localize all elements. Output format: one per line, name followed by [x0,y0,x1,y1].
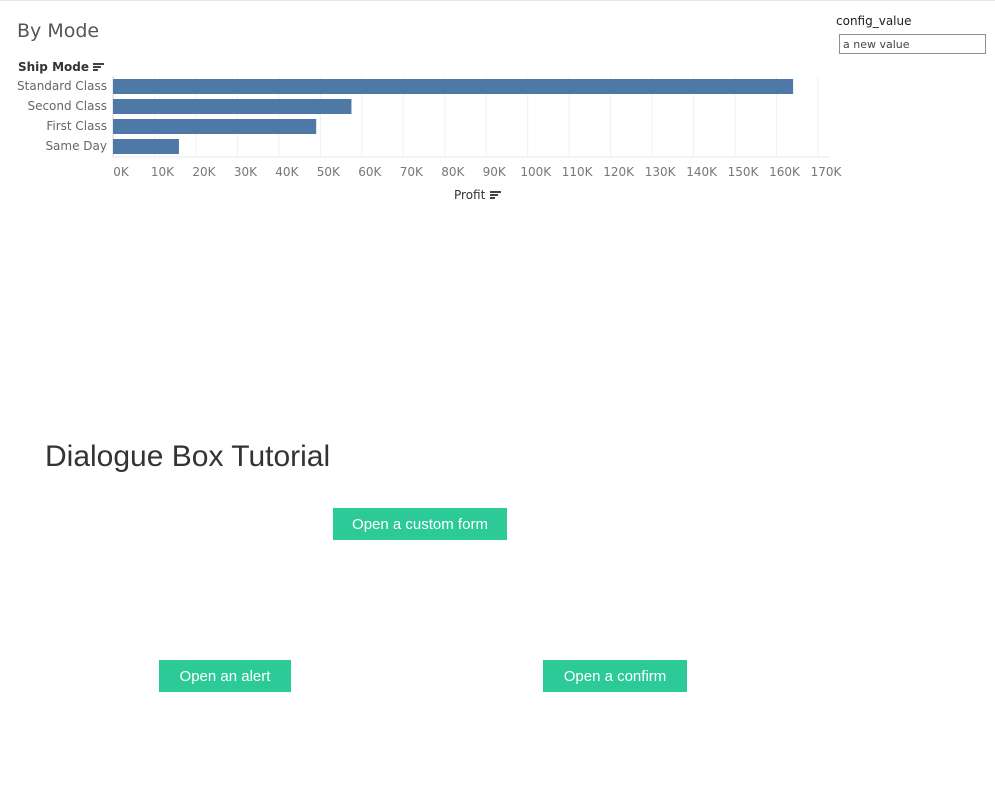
x-tick-label: 20K [192,165,216,179]
bar-same-day[interactable] [113,139,179,154]
config-label: config_value [836,14,912,28]
category-label[interactable]: First Class [46,119,107,133]
x-tick-label: 120K [603,165,635,179]
x-tick-label: 10K [151,165,175,179]
x-tick-label: 70K [400,165,424,179]
config-value-input[interactable] [839,34,986,54]
bars [113,79,794,154]
page-title: Dialogue Box Tutorial [45,440,331,473]
x-axis-label: Profit [454,188,486,202]
x-tick-label: 140K [686,165,718,179]
x-tick-label: 170K [811,165,843,179]
x-tick-label: 0K [113,165,130,179]
x-tick-label: 160K [769,165,801,179]
open-confirm-button[interactable]: Open a confirm [543,660,687,692]
sort-icon[interactable] [490,190,502,200]
x-tick-label: 50K [317,165,341,179]
category-label[interactable]: Standard Class [17,79,107,93]
x-tick-label: 30K [234,165,258,179]
row-header-ship-mode[interactable]: Ship Mode [18,60,104,74]
worksheet-title: By Mode [17,20,100,42]
x-tick-label: 110K [562,165,594,179]
category-label[interactable]: Same Day [45,139,107,153]
bar-standard-class[interactable] [113,79,794,94]
open-alert-button[interactable]: Open an alert [159,660,291,692]
x-tick-label: 90K [483,165,507,179]
top-divider [0,0,995,1]
x-tick-label: 40K [275,165,299,179]
x-tick-label: 130K [645,165,677,179]
x-tick-label: 80K [441,165,465,179]
row-header-label: Ship Mode [18,60,89,74]
open-custom-form-button[interactable]: Open a custom form [333,508,507,540]
category-label[interactable]: Second Class [27,99,107,113]
x-tick-label: 60K [358,165,382,179]
sort-icon[interactable] [92,62,104,72]
x-tick-label: 100K [520,165,552,179]
x-axis-ticks: 0K 10K 20K 30K 40K 50K 60K 70K 80K 90K 100K 110K 120… [113,165,842,179]
x-tick-label: 150K [728,165,760,179]
x-axis-title[interactable]: Profit [454,188,502,202]
bar-first-class[interactable] [113,119,317,134]
bar-second-class[interactable] [113,99,352,114]
profit-bar-chart: 0K 10K 20K 30K 40K 50K 60K 70K 80K 90K 100K 110K 120… [112,76,843,179]
